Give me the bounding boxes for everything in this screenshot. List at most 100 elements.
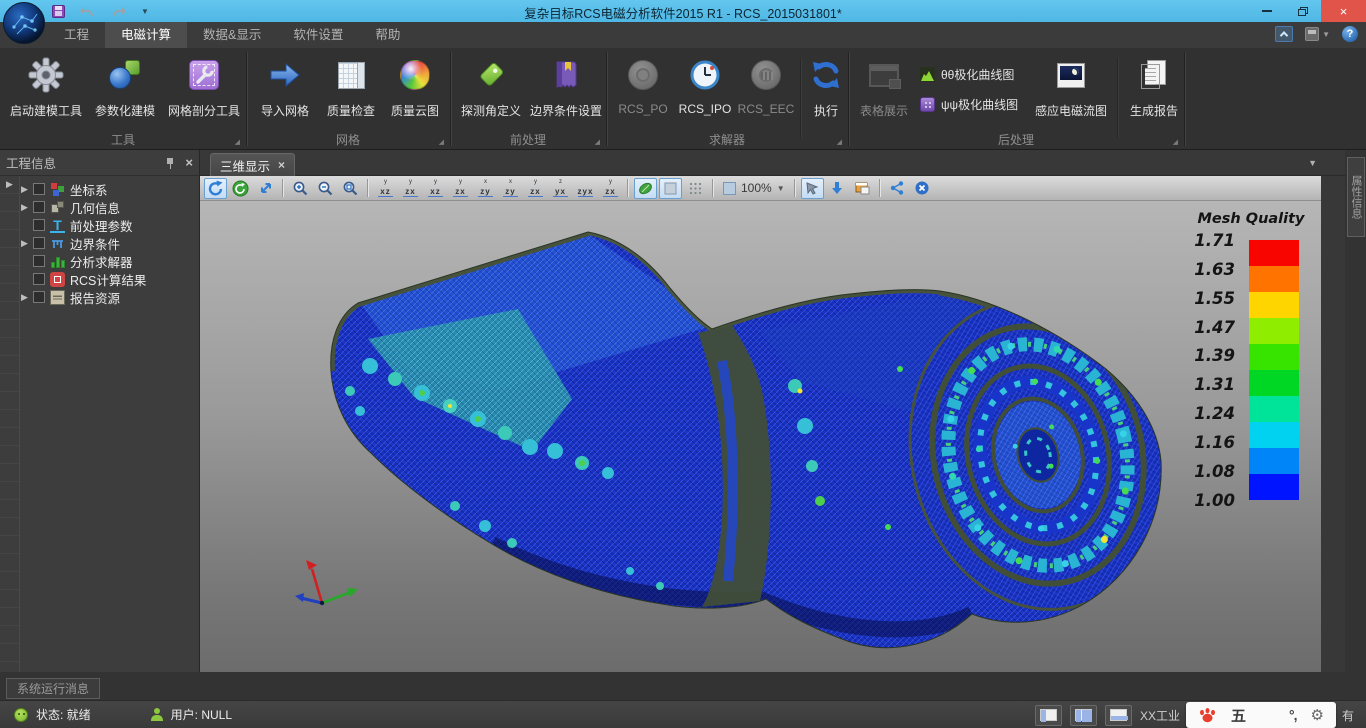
view-orientation-button[interactable]: zyx <box>574 178 597 198</box>
expand-icon[interactable]: ▶ <box>21 293 31 302</box>
zoom-out-button[interactable] <box>314 178 337 199</box>
menu-tab-project[interactable]: 工程 <box>48 22 105 48</box>
view-orientation-button[interactable]: yxz <box>374 178 397 198</box>
parametric-modeling-button[interactable]: 参数化建模 <box>88 52 162 130</box>
system-messages-tab[interactable]: 系统运行消息 <box>6 678 100 699</box>
ime-settings-gear-icon[interactable]: ⚙ <box>1311 706 1324 724</box>
tab-3d-display[interactable]: 三维显示× <box>210 153 295 176</box>
view-orientation-button[interactable]: yxz <box>424 178 447 198</box>
group-launcher-icon[interactable]: ◢ <box>235 138 240 146</box>
theta-polarization-curve-button[interactable]: θθ极化曲线图 <box>916 62 1018 86</box>
text-param-icon: T <box>50 218 65 233</box>
expand-icon[interactable]: ▶ <box>21 185 31 194</box>
flat-shading-button[interactable] <box>659 178 682 199</box>
layout-split-button[interactable] <box>1070 705 1097 726</box>
application-window: ▼ 复杂目标RCS电磁分析软件2015 R1 - RCS_2015031801*… <box>0 0 1366 728</box>
tree-item-coordinate-system[interactable]: ▶ 坐标系 <box>21 180 199 198</box>
meshing-tool-button[interactable]: 网格剖分工具 <box>164 52 244 130</box>
rcs-eec-button[interactable]: RCS_EEC <box>737 52 795 130</box>
panel-close-icon[interactable]: × <box>185 155 193 170</box>
legend-value: 1.24 <box>1185 404 1235 423</box>
pan-arrow-button[interactable] <box>254 178 277 199</box>
tree-item-geometry-info[interactable]: ▶ 几何信息 <box>21 198 199 216</box>
group-launcher-icon[interactable]: ◢ <box>837 138 842 146</box>
scene-manager-button[interactable] <box>851 178 874 199</box>
ime-punctuation-icon[interactable]: °, <box>1289 707 1297 723</box>
psi-polarization-curve-button[interactable]: ψψ极化曲线图 <box>916 92 1022 116</box>
view-orientation-button[interactable]: yzx <box>399 178 422 198</box>
layout-left-panel-button[interactable] <box>1035 705 1062 726</box>
orbit-rotate-button[interactable] <box>204 178 227 199</box>
menu-tab-help[interactable]: 帮助 <box>359 22 416 48</box>
induction-current-map-button[interactable]: 感应电磁流图 <box>1030 52 1112 130</box>
zoom-fit-button[interactable] <box>339 178 362 199</box>
view-orientation-button[interactable]: xzy <box>499 178 522 198</box>
boundary-settings-button[interactable]: 边界条件设置 <box>528 52 604 130</box>
moon-icon[interactable] <box>1260 708 1275 723</box>
group-launcher-icon[interactable]: ◢ <box>1173 138 1178 146</box>
ribbon-group-solver: 求解器◢ <box>606 130 848 148</box>
refresh-view-button[interactable] <box>229 178 252 199</box>
wireframe-grid-button[interactable] <box>684 178 707 199</box>
view-orientation-button[interactable]: yzx <box>449 178 472 198</box>
arrow-down-button[interactable] <box>826 178 849 199</box>
tree-item-preprocess-params[interactable]: ▶ T 前处理参数 <box>21 216 199 234</box>
close-view-button[interactable] <box>911 178 934 199</box>
pin-icon[interactable] <box>165 157 175 169</box>
baidu-paw-icon[interactable] <box>1198 707 1217 723</box>
ime-wubi-mode[interactable]: 五 <box>1231 705 1246 726</box>
view-orientation-button[interactable]: yzx <box>524 178 547 198</box>
launch-modeling-button[interactable]: 启动建模工具 <box>6 52 86 130</box>
group-launcher-icon[interactable]: ◢ <box>595 138 600 146</box>
tree-item-boundary-conditions[interactable]: ▶ 边界条件 <box>21 234 199 252</box>
view-orientation-button[interactable]: yzx <box>599 178 622 198</box>
execute-button[interactable]: 执行 <box>805 52 847 130</box>
collapse-ribbon-button[interactable] <box>1275 26 1293 42</box>
table-view-button[interactable]: 表格展示 <box>854 52 914 130</box>
rcs-ipo-button[interactable]: RCS_IPO <box>676 52 734 130</box>
app-logo[interactable] <box>3 2 45 44</box>
checkbox[interactable] <box>33 273 45 285</box>
quality-check-button[interactable]: 质量检查 <box>320 52 382 130</box>
zoom-dropdown-icon[interactable]: ▼ <box>777 184 785 193</box>
close-button[interactable]: × <box>1321 0 1366 22</box>
tree-item-rcs-results[interactable]: ▶ RCS计算结果 <box>21 270 199 288</box>
share-button[interactable] <box>886 178 909 199</box>
generate-report-button[interactable]: 生成报告 <box>1122 52 1186 130</box>
root-expand-icon[interactable]: ▶ <box>6 180 16 189</box>
style-switcher-button[interactable]: ▼ <box>1305 27 1330 41</box>
minimize-button[interactable] <box>1249 0 1285 22</box>
tab-close-icon[interactable]: × <box>278 158 285 172</box>
view-orientation-button[interactable]: zyx <box>549 178 572 198</box>
properties-side-tab[interactable]: 属性信息 <box>1347 157 1365 237</box>
expand-icon[interactable]: ▶ <box>21 203 31 212</box>
checkbox[interactable] <box>33 201 45 213</box>
rcs-po-button[interactable]: RCS_PO <box>614 52 672 130</box>
ime-toolbar[interactable]: 五 °, ⚙ <box>1186 702 1336 728</box>
3d-viewport[interactable]: Mesh Quality 1.71 1.63 1.55 1.47 1.39 1.… <box>200 201 1321 672</box>
expand-icon[interactable]: ▶ <box>21 239 31 248</box>
menu-tab-data-display[interactable]: 数据&显示 <box>187 22 277 48</box>
probe-angle-button[interactable]: 探测角定义 <box>456 52 526 130</box>
help-icon[interactable]: ? <box>1342 26 1358 42</box>
quality-cloud-button[interactable]: 质量云图 <box>385 52 445 130</box>
checkbox[interactable] <box>33 237 45 249</box>
shaded-render-button[interactable] <box>634 178 657 199</box>
import-mesh-button[interactable]: 导入网格 <box>253 52 317 130</box>
view-orientation-button[interactable]: xzy <box>474 178 497 198</box>
checkbox[interactable] <box>33 255 45 267</box>
restore-button[interactable] <box>1285 0 1321 22</box>
tab-list-dropdown-icon[interactable]: ▼ <box>1308 158 1317 168</box>
menu-tab-em-computation[interactable]: 电磁计算 <box>105 22 187 48</box>
checkbox[interactable] <box>33 183 45 195</box>
layout-bottom-panel-button[interactable] <box>1105 705 1132 726</box>
tree-item-report-resources[interactable]: ▶ 报告资源 <box>21 288 199 306</box>
group-launcher-icon[interactable]: ◢ <box>439 138 444 146</box>
select-tool-button[interactable] <box>801 178 824 199</box>
checkbox[interactable] <box>33 219 45 231</box>
zoom-in-button[interactable] <box>289 178 312 199</box>
zoom-level-control[interactable]: 100% ▼ <box>719 181 789 195</box>
checkbox[interactable] <box>33 291 45 303</box>
menu-tab-settings[interactable]: 软件设置 <box>277 22 359 48</box>
tree-item-analysis-solver[interactable]: ▶ 分析求解器 <box>21 252 199 270</box>
